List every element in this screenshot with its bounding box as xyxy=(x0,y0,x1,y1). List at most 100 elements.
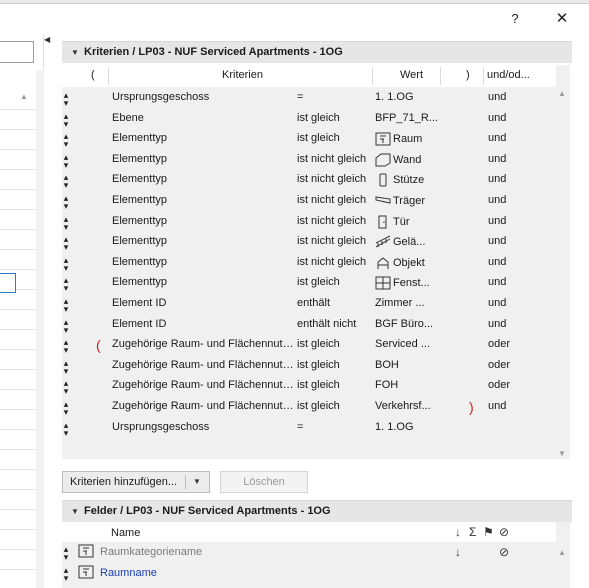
field-row[interactable]: ▴ ▾ Raumkategoriename ↓ ⊘ xyxy=(62,543,564,562)
criterion-name[interactable]: Elementtyp xyxy=(112,256,296,268)
criterion-name[interactable]: Element ID xyxy=(112,318,296,330)
col-open-paren[interactable]: ( xyxy=(91,69,95,81)
criteria-row[interactable]: ▴ ▾ Element ID enthält nicht BGF Büro... und xyxy=(62,315,564,335)
drag-handle-icon[interactable]: ▴ ▾ xyxy=(62,379,70,396)
criteria-row[interactable]: ▴ ▾ Elementtyp ist nicht gleich Träger und xyxy=(62,191,564,211)
left-list-row[interactable] xyxy=(0,530,36,550)
criterion-operator[interactable]: = xyxy=(297,91,375,103)
drag-handle-icon[interactable]: ▴ ▾ xyxy=(62,132,70,149)
left-list-row[interactable] xyxy=(0,290,36,310)
criteria-row[interactable]: ▴ ▾ Elementtyp ist gleich Raum und xyxy=(62,129,564,149)
criterion-operator[interactable]: enthält xyxy=(297,297,375,309)
left-scrollbar[interactable] xyxy=(36,70,44,588)
drag-handle-icon[interactable]: ▴ ▾ xyxy=(62,297,70,314)
left-list-row[interactable] xyxy=(0,410,36,430)
criterion-name[interactable]: Elementtyp xyxy=(112,194,296,206)
criterion-operator[interactable]: ist gleich xyxy=(297,276,375,288)
criterion-and-or[interactable]: und xyxy=(488,400,506,412)
criterion-and-or[interactable]: und xyxy=(488,276,506,288)
drag-handle-icon[interactable]: ▴ ▾ xyxy=(62,566,70,583)
criteria-row[interactable]: ▴ ▾ (Zugehörige Raum- und Flächennutzu... i… xyxy=(62,335,564,355)
left-list-row[interactable] xyxy=(0,190,36,210)
criterion-and-or[interactable]: und xyxy=(488,194,506,206)
criteria-row[interactable]: ▴ ▾ Ursprungsgeschoss = 1. 1.OG xyxy=(62,418,564,438)
criterion-operator[interactable]: enthält nicht xyxy=(297,318,375,330)
criterion-value[interactable]: Zimmer ... xyxy=(375,297,457,309)
criterion-operator[interactable]: ist gleich xyxy=(297,338,375,350)
left-list-row[interactable] xyxy=(0,230,36,250)
left-list-row[interactable] xyxy=(0,370,36,390)
criteria-row[interactable]: ▴ ▾ Zugehörige Raum- und Flächennutzu... is… xyxy=(62,356,564,376)
criterion-and-or[interactable]: und xyxy=(488,215,506,227)
criterion-operator[interactable]: ist nicht gleich xyxy=(297,256,375,268)
criterion-value[interactable]: BOH xyxy=(375,359,457,371)
field-hide-icon[interactable]: ⊘ xyxy=(499,545,509,559)
help-button[interactable]: ? xyxy=(503,8,527,30)
collapse-triangle-icon[interactable]: ▼ xyxy=(71,48,79,57)
left-list-row[interactable] xyxy=(0,90,36,110)
drag-handle-icon[interactable]: ▴ ▾ xyxy=(62,276,70,293)
add-criteria-button[interactable]: Kriterien hinzufügen... ▼ xyxy=(62,471,210,493)
criterion-operator[interactable]: ist nicht gleich xyxy=(297,194,375,206)
panel-collapse-icon[interactable]: ◀ xyxy=(44,35,50,44)
criterion-and-or[interactable]: und xyxy=(488,112,506,124)
field-row[interactable]: ▴ ▾ Raumname xyxy=(62,564,564,583)
criteria-row[interactable]: ▴ ▾ Ursprungsgeschoss = 1. 1.OG und xyxy=(62,88,564,108)
left-list-row[interactable] xyxy=(0,470,36,490)
criterion-name[interactable]: Elementtyp xyxy=(112,173,296,185)
left-list-row[interactable] xyxy=(0,430,36,450)
criterion-name[interactable]: Zugehörige Raum- und Flächennutzu... xyxy=(112,379,296,391)
criterion-name[interactable]: Ursprungsgeschoss xyxy=(112,91,296,103)
criteria-row[interactable]: ▴ ▾ Zugehörige Raum- und Flächennutzu... is… xyxy=(62,376,564,396)
criterion-name[interactable]: Zugehörige Raum- und Flächennutzu... xyxy=(112,400,296,412)
dropdown-arrow-icon[interactable]: ▼ xyxy=(193,477,201,486)
criteria-row[interactable]: ▴ ▾ Zugehörige Raum- und Flächennutzu... is… xyxy=(62,397,564,417)
drag-handle-icon[interactable]: ▴ ▾ xyxy=(62,255,70,272)
scroll-up-icon[interactable]: ▲ xyxy=(558,89,566,98)
criterion-and-or[interactable]: und xyxy=(488,297,506,309)
col-sum-icon[interactable]: Σ xyxy=(469,525,476,539)
criterion-and-or[interactable]: und xyxy=(488,91,506,103)
left-list-row[interactable] xyxy=(0,130,36,150)
drag-handle-icon[interactable]: ▴ ▾ xyxy=(62,545,70,562)
criterion-and-or[interactable]: und xyxy=(488,256,506,268)
criterion-value[interactable]: Objekt xyxy=(375,256,457,270)
collapse-triangle-icon[interactable]: ▼ xyxy=(71,507,79,516)
criterion-and-or[interactable]: und xyxy=(488,235,506,247)
criterion-value[interactable]: Stütze xyxy=(375,173,457,187)
criterion-and-or[interactable]: und xyxy=(488,318,506,330)
criterion-value[interactable]: Gelä... xyxy=(375,235,457,249)
drag-handle-icon[interactable]: ▴ ▾ xyxy=(62,194,70,211)
close-button[interactable]: ✕ xyxy=(550,8,574,30)
criterion-value[interactable]: Verkehrsf... xyxy=(375,400,457,412)
criteria-row[interactable]: ▴ ▾ Elementtyp ist nicht gleich Wand und xyxy=(62,150,564,170)
criterion-operator[interactable]: ist nicht gleich xyxy=(297,153,375,165)
drag-handle-icon[interactable]: ▴ ▾ xyxy=(62,338,70,355)
criterion-operator[interactable]: ist nicht gleich xyxy=(297,173,375,185)
criterion-value[interactable]: Tür xyxy=(375,215,457,229)
criterion-value[interactable]: 1. 1.OG xyxy=(375,421,457,433)
criterion-name[interactable]: Element ID xyxy=(112,297,296,309)
criterion-name[interactable]: Elementtyp xyxy=(112,215,296,227)
criteria-section-header[interactable]: ▼ Kriterien / LP03 - NUF Serviced Apartm… xyxy=(62,41,572,63)
drag-handle-icon[interactable]: ▴ ▾ xyxy=(62,317,70,334)
criteria-scrollbar[interactable]: ▲ ▼ xyxy=(556,65,570,459)
open-paren[interactable]: ( xyxy=(96,337,101,353)
criterion-value[interactable]: Serviced ... xyxy=(375,338,457,350)
criterion-and-or[interactable]: und xyxy=(488,153,506,165)
left-list-row[interactable] xyxy=(0,150,36,170)
drag-handle-icon[interactable]: ▴ ▾ xyxy=(62,91,70,108)
left-list-row[interactable] xyxy=(0,390,36,410)
criterion-value[interactable]: Wand xyxy=(375,153,457,167)
drag-handle-icon[interactable]: ▴ ▾ xyxy=(62,152,70,169)
criterion-value[interactable]: 1. 1.OG xyxy=(375,91,457,103)
criterion-operator[interactable]: ist nicht gleich xyxy=(297,235,375,247)
criterion-operator[interactable]: ist gleich xyxy=(297,132,375,144)
criterion-name[interactable]: Elementtyp xyxy=(112,132,296,144)
close-paren[interactable]: ) xyxy=(469,399,474,415)
criterion-value[interactable]: BFP_71_R... xyxy=(375,112,457,124)
fields-section-header[interactable]: ▼ Felder / LP03 - NUF Serviced Apartment… xyxy=(62,500,572,522)
left-list-row[interactable] xyxy=(0,110,36,130)
left-list-row[interactable] xyxy=(0,250,36,270)
drag-handle-icon[interactable]: ▴ ▾ xyxy=(62,358,70,375)
